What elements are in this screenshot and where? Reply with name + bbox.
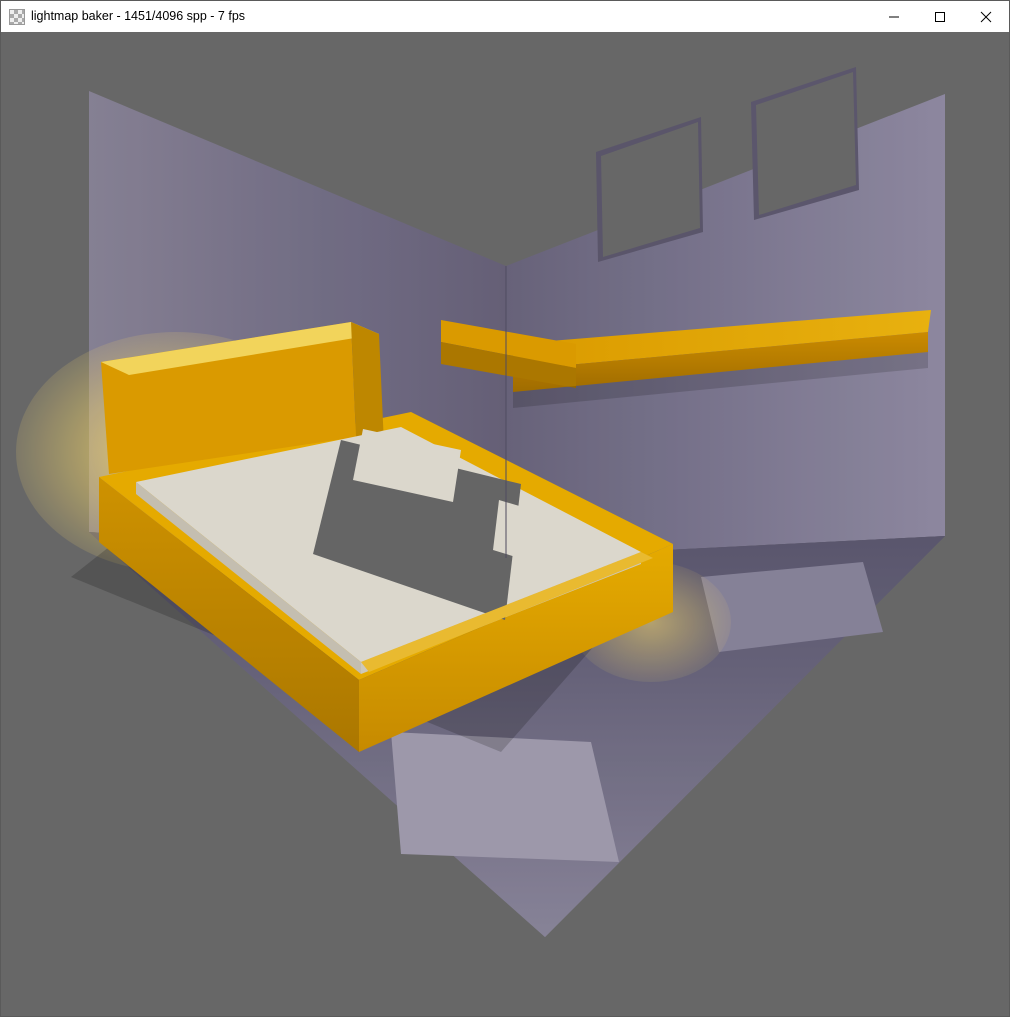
titlebar[interactable]: lightmap baker - 1451/4096 spp - 7 fps (1, 1, 1009, 32)
render-scene (1, 32, 1009, 1016)
maximize-button[interactable] (917, 1, 963, 32)
minimize-button[interactable] (871, 1, 917, 32)
viewport[interactable] (1, 32, 1009, 1016)
app-icon (9, 9, 25, 25)
close-button[interactable] (963, 1, 1009, 32)
close-icon (981, 12, 991, 22)
maximize-icon (935, 12, 945, 22)
minimize-icon (889, 12, 899, 22)
app-window: lightmap baker - 1451/4096 spp - 7 fps (0, 0, 1010, 1017)
window-title: lightmap baker - 1451/4096 spp - 7 fps (31, 1, 245, 32)
